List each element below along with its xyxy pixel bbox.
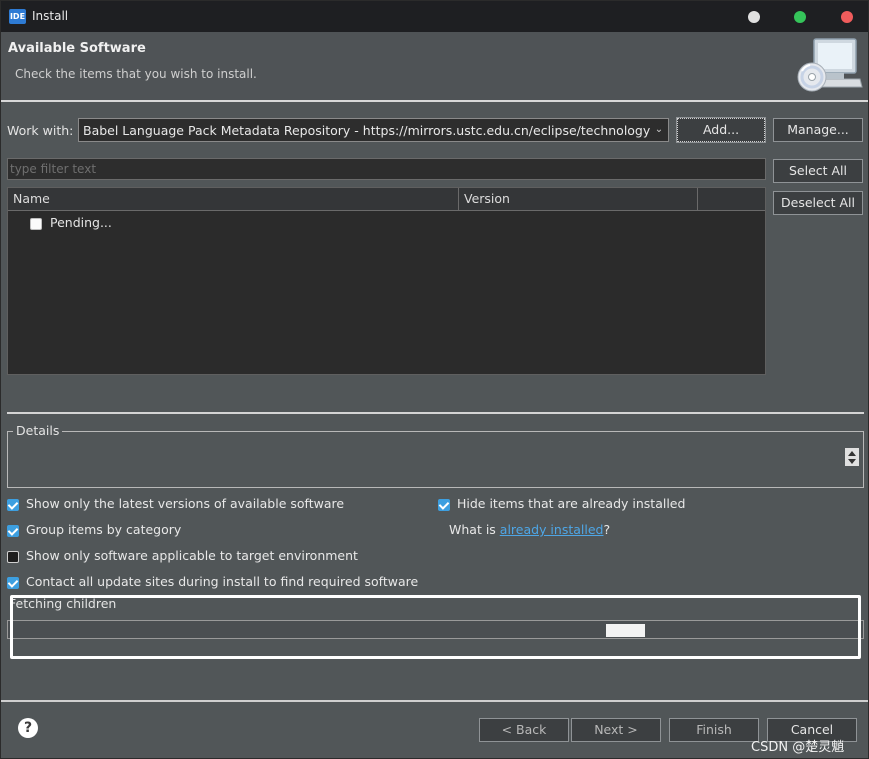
option-applicable-only-label: Show only software applicable to target … — [25, 548, 358, 563]
already-installed-link[interactable]: already installed — [500, 522, 604, 537]
tree-header: Name Version — [8, 188, 765, 211]
option-hide-installed[interactable]: Hide items that are already installed — [438, 496, 685, 511]
finish-button-label: Finish — [696, 722, 732, 737]
manage-button[interactable]: Manage... — [773, 118, 863, 142]
option-latest-versions-label: Show only the latest versions of availab… — [25, 496, 345, 511]
option-hide-installed-label: Hide items that are already installed — [456, 496, 686, 511]
footer-divider — [1, 700, 868, 702]
option-contact-sites-label: Contact all update sites during install … — [25, 574, 419, 589]
sash-divider[interactable] — [7, 412, 864, 414]
install-disc-icon — [797, 38, 863, 92]
details-group: Details — [7, 423, 864, 488]
checkbox-checked-icon[interactable] — [7, 576, 19, 589]
what-is-suffix: ? — [603, 522, 611, 537]
back-button[interactable]: < Back — [479, 718, 569, 742]
checkbox-checked-icon[interactable] — [438, 498, 450, 511]
option-contact-sites[interactable]: Contact all update sites during install … — [7, 574, 418, 589]
finish-button[interactable]: Finish — [669, 718, 759, 742]
select-all-button[interactable]: Select All — [773, 159, 863, 183]
filter-field[interactable] — [7, 158, 766, 180]
what-is-installed-text: What is already installed? — [449, 522, 610, 537]
chevron-down-icon[interactable]: ⌄ — [650, 119, 668, 141]
back-button-label: < Back — [501, 722, 547, 737]
software-tree[interactable]: Name Version Pending... — [7, 187, 766, 375]
details-label: Details — [13, 423, 63, 438]
work-with-value: Babel Language Pack Metadata Repository … — [83, 123, 669, 138]
work-with-combo[interactable]: Babel Language Pack Metadata Repository … — [78, 118, 669, 142]
add-button-label: Add... — [702, 122, 740, 137]
option-applicable-only[interactable]: Show only software applicable to target … — [7, 548, 358, 563]
ide-app-icon: IDE — [9, 9, 26, 24]
close-button[interactable] — [841, 11, 853, 23]
wizard-banner: Available Software Check the items that … — [1, 32, 868, 100]
details-scroll-arrows-icon[interactable] — [845, 448, 859, 466]
tree-row[interactable]: Pending... — [30, 215, 112, 233]
maximize-button[interactable] — [794, 11, 806, 23]
option-group-by-category[interactable]: Group items by category — [7, 522, 181, 537]
filter-input[interactable] — [8, 159, 765, 179]
banner-divider — [1, 100, 868, 102]
option-group-by-category-label: Group items by category — [25, 522, 182, 537]
watermark-text: CSDN @楚灵魈 — [751, 740, 845, 755]
next-button[interactable]: Next > — [571, 718, 661, 742]
checkbox-checked-icon[interactable] — [7, 524, 19, 537]
work-with-label: Work with: — [7, 123, 74, 138]
column-header-version[interactable]: Version — [459, 188, 698, 211]
row-label: Pending... — [49, 215, 112, 230]
cancel-button-label: Cancel — [790, 722, 834, 737]
column-header-name[interactable]: Name — [8, 188, 459, 211]
deselect-all-label: Deselect All — [781, 195, 855, 210]
checkbox-unchecked-icon[interactable] — [7, 550, 19, 563]
next-button-label: Next > — [594, 722, 638, 737]
manage-button-label: Manage... — [787, 122, 849, 137]
option-latest-versions[interactable]: Show only the latest versions of availab… — [7, 496, 344, 511]
select-all-label: Select All — [788, 163, 848, 178]
help-icon[interactable]: ? — [18, 718, 38, 738]
row-checkbox[interactable] — [30, 217, 42, 230]
window-title: Install — [32, 9, 69, 23]
what-is-prefix: What is — [449, 522, 500, 537]
checkbox-checked-icon[interactable] — [7, 498, 19, 511]
page-title: Available Software — [8, 41, 146, 56]
install-dialog: IDE Install Available Software Check the… — [0, 0, 869, 759]
title-bar: IDE Install — [1, 1, 868, 32]
page-subtitle: Check the items that you wish to install… — [15, 67, 257, 81]
minimize-button[interactable] — [748, 11, 760, 23]
deselect-all-button[interactable]: Deselect All — [773, 191, 863, 215]
highlight-frame — [10, 595, 861, 659]
add-button[interactable]: Add... — [676, 117, 766, 143]
